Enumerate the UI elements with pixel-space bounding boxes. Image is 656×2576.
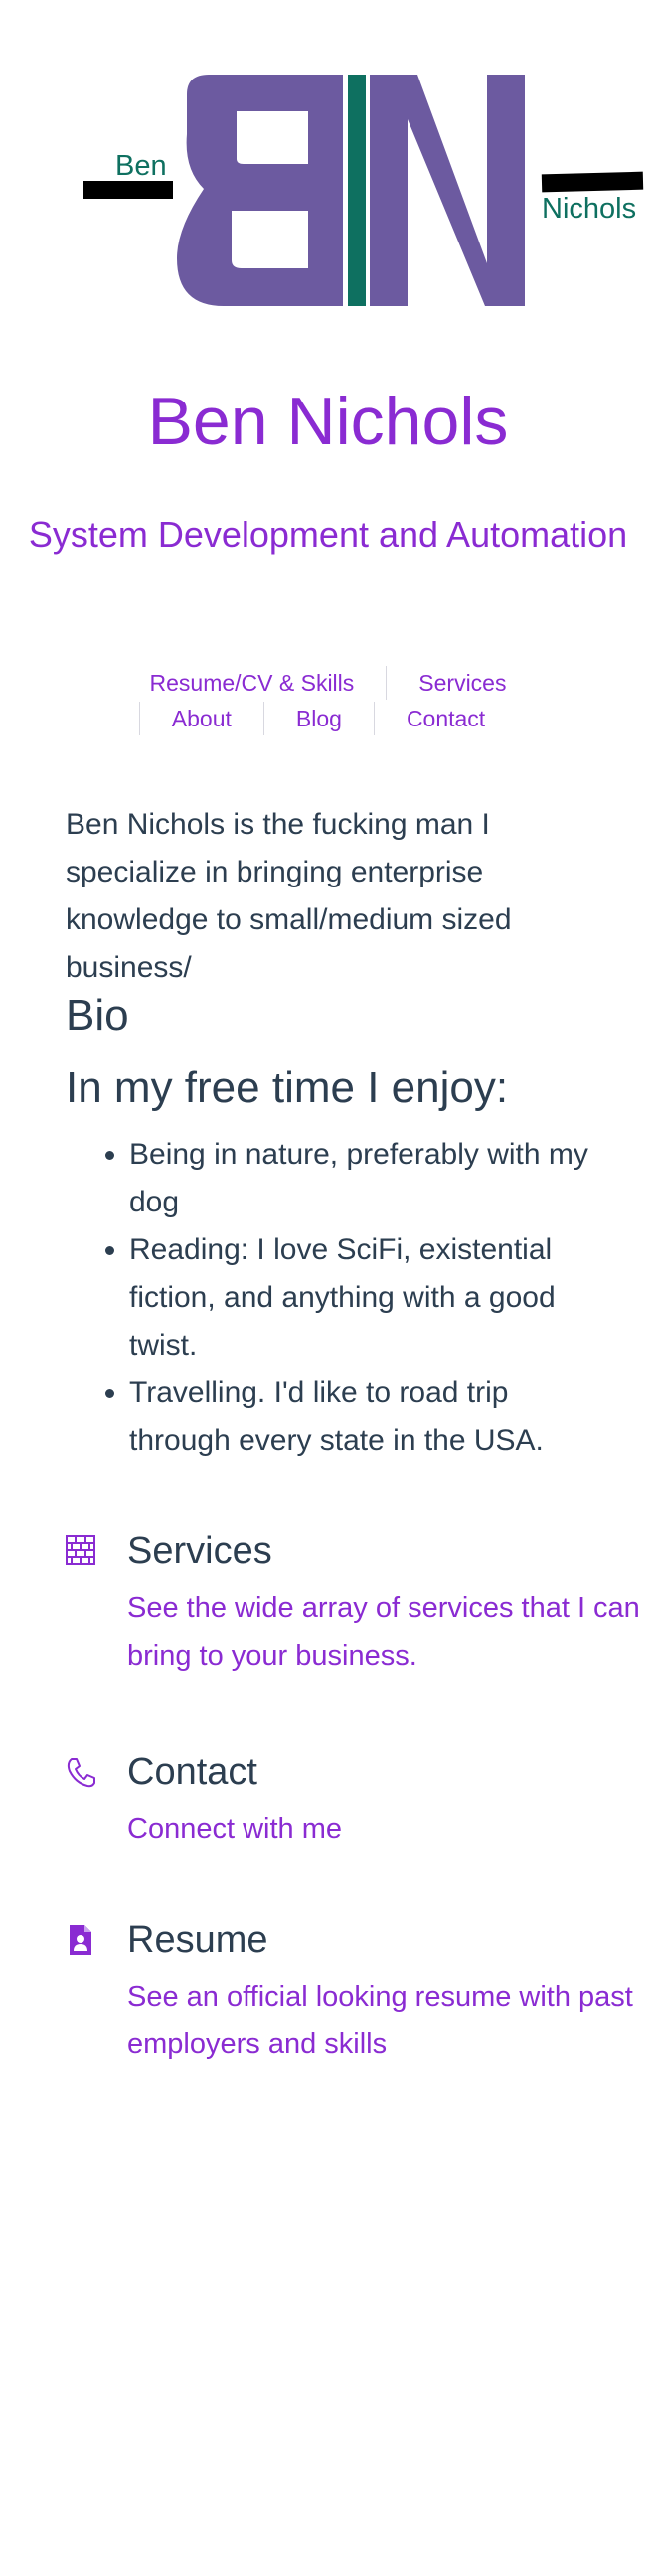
- feature-title: Contact: [127, 1751, 257, 1793]
- feature-title: Services: [127, 1530, 272, 1572]
- resume-person-icon: [70, 1925, 91, 1955]
- list-item: Being in nature, preferably with my dog: [129, 1131, 602, 1226]
- bio-heading: Bio: [66, 991, 129, 1040]
- phone-icon: [67, 1758, 95, 1788]
- logo-letter-n: [370, 75, 525, 306]
- site-subtitle: System Development and Automation: [28, 514, 628, 555]
- nav-link-about[interactable]: About: [140, 702, 263, 735]
- logo-letter-b: [177, 75, 343, 306]
- site-title[interactable]: Ben Nichols: [0, 388, 656, 455]
- logo-left-word: Ben: [115, 150, 167, 182]
- logo-right-word: Nichols: [542, 193, 636, 225]
- logo-green-bar: [348, 75, 366, 306]
- list-item: Reading: I love SciFi, existential ficti…: [129, 1226, 602, 1369]
- feature-title: Resume: [127, 1919, 268, 1961]
- resume-link[interactable]: See an official looking resume with past…: [127, 1973, 656, 2068]
- brick-wall-icon: [66, 1535, 95, 1565]
- nav-link-blog[interactable]: Blog: [264, 702, 374, 735]
- hobby-list: Being in nature, preferably with my dog …: [66, 1131, 602, 1465]
- intro-paragraph: Ben Nichols is the fucking man I special…: [66, 808, 512, 984]
- logo-left-dash: [83, 181, 173, 199]
- nav-link-resume[interactable]: Resume/CV & Skills: [118, 666, 387, 700]
- free-time-heading: In my free time I enjoy:: [66, 1063, 509, 1112]
- site-logo[interactable]: Ben Nichols: [0, 0, 656, 328]
- list-item: Travelling. I'd like to road trip throug…: [129, 1369, 602, 1465]
- bn-monogram-logo: Ben Nichols: [83, 75, 644, 306]
- contact-link[interactable]: Connect with me: [127, 1805, 656, 1852]
- logo-right-dash: [541, 171, 644, 193]
- nav-row: About Blog Contact: [0, 702, 656, 735]
- nav-row: Resume/CV & Skills Services: [0, 666, 656, 700]
- nav-link-contact[interactable]: Contact: [375, 702, 517, 735]
- nav-link-services[interactable]: Services: [387, 666, 538, 700]
- services-link[interactable]: See the wide array of services that I ca…: [127, 1584, 656, 1680]
